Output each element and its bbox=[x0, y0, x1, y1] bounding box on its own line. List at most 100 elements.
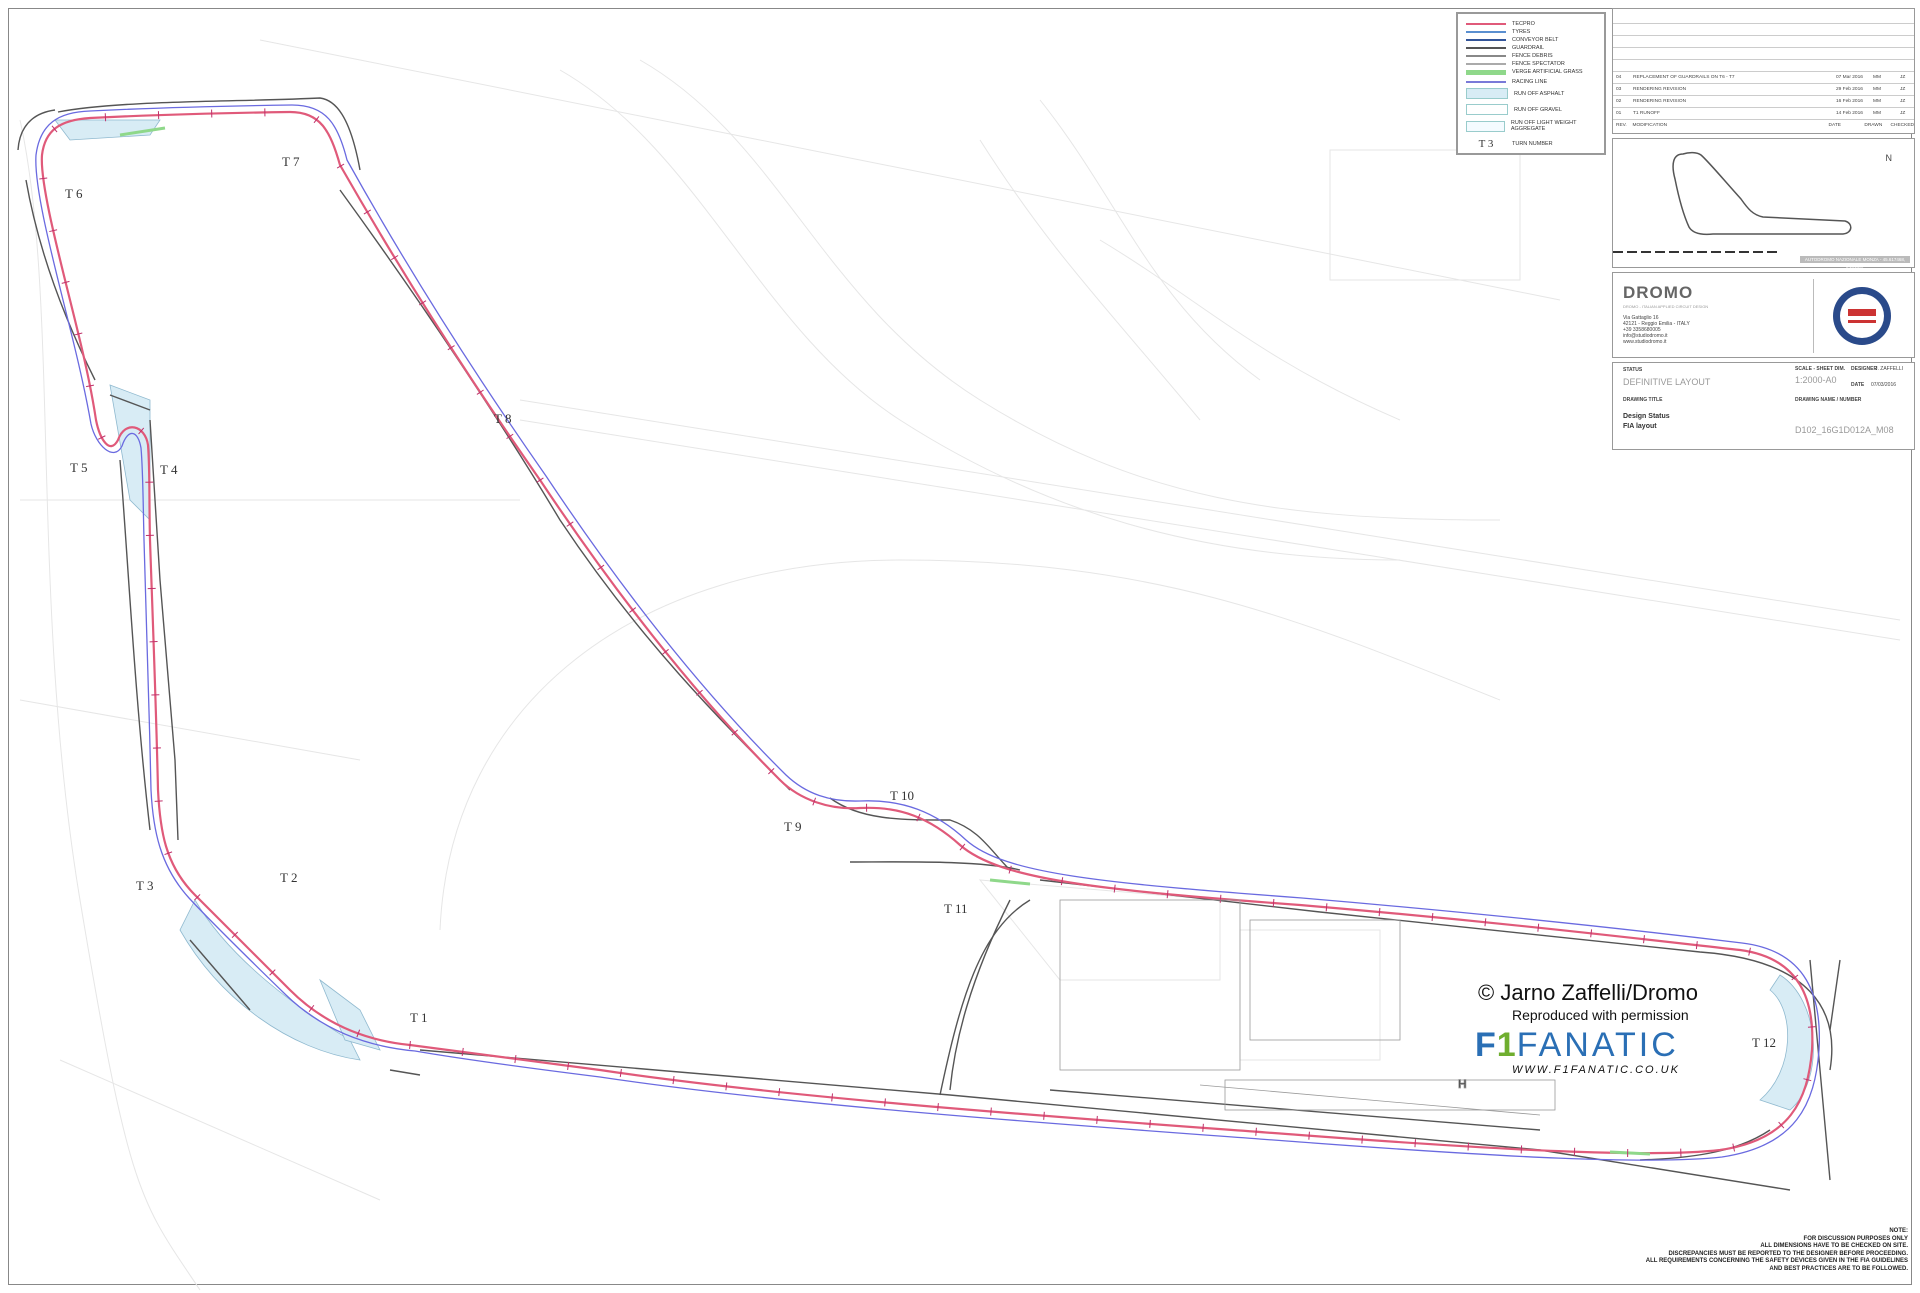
legend-label: RUN OFF GRAVEL bbox=[1514, 106, 1562, 113]
turn-label-11: T 11 bbox=[944, 901, 967, 916]
f1fanatic-url: WWW.F1FANATIC.CO.UK bbox=[1512, 1064, 1680, 1076]
rev-cell: 03 bbox=[1616, 87, 1622, 92]
permission-text: Reproduced with permission bbox=[1512, 1007, 1689, 1023]
track-marker bbox=[1325, 903, 1328, 912]
legend-label: TECPRO bbox=[1512, 21, 1535, 27]
note-line: ALL DIMENSIONS HAVE TO BE CHECKED ON SIT… bbox=[1760, 1243, 1908, 1249]
north-arrow-icon: N bbox=[1885, 153, 1893, 163]
company-logo: DROMO bbox=[1623, 283, 1694, 302]
turn-label-1: T 1 bbox=[410, 1010, 427, 1025]
tecpro-swatch bbox=[1466, 23, 1506, 25]
checked-cell: JZ bbox=[1900, 99, 1906, 104]
turn-labels: T 1 T 2 T 3 T 4 T 5 T 6 T 7 T 8 T 9 T 10… bbox=[65, 154, 1776, 1050]
turn-label-12: T 12 bbox=[1752, 1035, 1776, 1050]
rev-cell: 02 bbox=[1616, 99, 1622, 104]
designer-label: DESIGNER bbox=[1851, 366, 1878, 372]
legend-item-fence-debris: FENCE DEBRIS bbox=[1466, 53, 1553, 59]
logo-f: F bbox=[1475, 1026, 1497, 1064]
racing-line-swatch bbox=[1466, 81, 1506, 83]
track-marker bbox=[1149, 1119, 1151, 1128]
drawing-status-block: STATUS DEFINITIVE LAYOUT SCALE - SHEET D… bbox=[1612, 362, 1915, 450]
note-line: NOTE: bbox=[1889, 1228, 1908, 1234]
minimap-caption: AUTODROMO NAZIONALE MONZA - 45.617468, 9… bbox=[1800, 256, 1910, 269]
track-marker bbox=[1202, 1123, 1204, 1132]
date-cell: 16 Feb 2016 bbox=[1836, 99, 1863, 104]
track-marker bbox=[514, 1055, 517, 1064]
verge-swatch bbox=[1466, 69, 1506, 75]
track-marker bbox=[1590, 929, 1593, 938]
track-marker bbox=[1414, 1139, 1416, 1148]
note-line: ALL REQUIREMENTS CONCERNING THE SAFETY D… bbox=[1645, 1258, 1908, 1264]
legend-item-guardrail: GUARDRAIL bbox=[1466, 45, 1544, 51]
paddock-area: H bbox=[1059, 899, 1556, 1116]
legend-label: RUN OFF LIGHT WEIGHT AGGREGATE bbox=[1510, 120, 1577, 132]
revision-row: 01 T1 RUNOFF 14 Feb 2016 MM JZ bbox=[1613, 107, 1914, 119]
track-marker bbox=[884, 1098, 886, 1107]
revision-table: 04 REPLACEMENT OF GUARDRAILS ON T6 - T7 … bbox=[1612, 8, 1915, 134]
title-label: DRAWING TITLE bbox=[1623, 397, 1663, 403]
date-value: 07/03/2016 bbox=[1871, 382, 1897, 388]
track-marker bbox=[39, 177, 48, 180]
legend-label: FENCE DEBRIS bbox=[1512, 53, 1553, 59]
legend-item-conveyor: CONVEYOR BELT bbox=[1466, 37, 1558, 43]
mod-cell: REPLACEMENT OF GUARDRAILS ON T6 - T7 bbox=[1633, 75, 1735, 80]
track-marker bbox=[990, 1107, 992, 1116]
runoff-lwa-swatch bbox=[1466, 120, 1505, 132]
checked-cell: JZ bbox=[1900, 111, 1906, 116]
company-tagline: DROMO - ITALIAN APPLIED CIRCUIT DESIGN bbox=[1623, 304, 1709, 309]
logo-1: 1 bbox=[1496, 1026, 1517, 1064]
legend-item-verge: VERGE ARTIFICIAL GRASS bbox=[1466, 69, 1583, 75]
minimap-track bbox=[1613, 151, 1852, 253]
revision-row: 03 RENDERING REVISION 29 Feb 2016 MM JZ bbox=[1613, 83, 1914, 95]
number-label: DRAWING NAME / NUMBER bbox=[1795, 397, 1862, 403]
location-minimap: N AUTODROMO NAZIONALE MONZA - 45.617468,… bbox=[1612, 138, 1915, 269]
legend-label: TYRES bbox=[1512, 29, 1531, 35]
note-line: AND BEST PRACTICES ARE TO BE FOLLOWED. bbox=[1769, 1265, 1908, 1272]
track-marker bbox=[461, 1047, 464, 1056]
track-marker bbox=[1308, 1131, 1310, 1140]
track-marker bbox=[1378, 908, 1381, 917]
legend-item-tecpro: TECPRO bbox=[1466, 21, 1535, 27]
scale-value: 1:2000-A0 bbox=[1795, 375, 1837, 385]
legend-item-tyres: TYRES bbox=[1466, 29, 1530, 35]
date-label: DATE bbox=[1851, 382, 1865, 388]
checked-header: CHECKED bbox=[1890, 123, 1914, 128]
legend-label: FENCE SPECTATOR bbox=[1512, 61, 1565, 67]
rev-cell: 01 bbox=[1616, 111, 1622, 116]
note-line: DISCREPANCIES MUST BE REPORTED TO THE DE… bbox=[1668, 1250, 1908, 1257]
fence-spectator-swatch bbox=[1466, 63, 1506, 65]
status-value: DEFINITIVE LAYOUT bbox=[1623, 377, 1711, 387]
legend: TECPRO TYRES CONVEYOR BELT GUARDRAIL FEN… bbox=[1456, 12, 1606, 155]
legend-label: RACING LINE bbox=[1512, 79, 1548, 85]
date-cell: 29 Feb 2016 bbox=[1836, 87, 1863, 92]
turn-label-4: T 4 bbox=[160, 462, 178, 477]
drawn-cell: MM bbox=[1873, 87, 1881, 92]
track-marker bbox=[672, 1076, 675, 1085]
legend-label: CONVEYOR BELT bbox=[1512, 37, 1559, 43]
turn-label-2: T 2 bbox=[280, 870, 297, 885]
legend-item-racing-line: RACING LINE bbox=[1466, 79, 1547, 85]
track-marker bbox=[725, 1082, 728, 1091]
checked-cell: JZ bbox=[1900, 75, 1906, 80]
track-marker bbox=[409, 1040, 411, 1050]
drawing-title-line1: Design Status bbox=[1623, 413, 1670, 420]
drawn-cell: MM bbox=[1873, 111, 1881, 116]
turn-label-10: T 10 bbox=[890, 788, 914, 803]
mod-cell: T1 RUNOFF bbox=[1633, 111, 1660, 116]
track-marker bbox=[1272, 898, 1275, 908]
guardrail-swatch bbox=[1466, 47, 1506, 49]
turn-label-3: T 3 bbox=[136, 878, 153, 893]
logo-fanatic: FANATIC bbox=[1516, 1026, 1679, 1064]
drawn-cell: MM bbox=[1873, 75, 1881, 80]
turn-label-7: T 7 bbox=[282, 154, 300, 169]
f1fanatic-logo: F1FANATIC bbox=[1475, 1026, 1679, 1065]
legend-item-runoff-gravel: RUN OFF GRAVEL bbox=[1466, 104, 1562, 115]
track-marker bbox=[1361, 1135, 1363, 1144]
turn-symbol: T 3 bbox=[1478, 138, 1494, 150]
track-marker bbox=[1096, 1115, 1098, 1124]
copyright-text: © Jarno Zaffelli/Dromo bbox=[1478, 980, 1698, 1005]
track-marker bbox=[1537, 923, 1540, 932]
conveyor-swatch bbox=[1466, 39, 1506, 41]
legend-item-fence-spectator: FENCE SPECTATOR bbox=[1466, 61, 1565, 67]
drawn-header: DRAWN bbox=[1864, 123, 1883, 128]
